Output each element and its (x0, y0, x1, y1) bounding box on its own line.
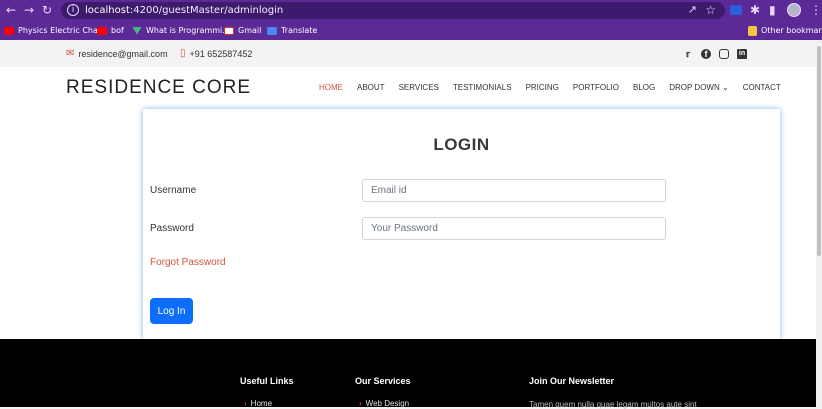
extension-icon[interactable] (730, 5, 742, 15)
password-input[interactable] (362, 217, 666, 240)
envelope-icon: ✉ (66, 48, 75, 59)
newsletter-text: Tamen quem nulla quae legam multos aute … (529, 400, 697, 409)
site-footer: Useful Links › Home Our Services › Web Des… (0, 339, 822, 409)
nav-portfolio[interactable]: PORTFOLIO (573, 83, 619, 92)
youtube-icon (97, 26, 107, 35)
bookmark-item[interactable]: What is Programmi... (132, 24, 230, 37)
our-services-heading: Our Services (355, 376, 411, 386)
bookmark-item[interactable]: Gmail (224, 24, 261, 37)
side-panel-icon[interactable]: ▮ (769, 3, 776, 17)
bookmark-label: Physics Electric Cha... (18, 26, 106, 35)
site-header: RESIDENCE CORE HOME ABOUT SERVICES TESTI… (0, 67, 822, 339)
newsletter-heading: Join Our Newsletter (529, 376, 615, 386)
other-bookmarks-label: Other bookmarks (761, 26, 822, 35)
contact-bar: ✉ residence@gmail.com ▯ +91 652587452 𝕣 … (0, 40, 822, 67)
address-bar[interactable]: i localhost:4200/guestMaster/adminlogin … (61, 2, 725, 19)
facebook-icon[interactable]: f (701, 49, 711, 59)
linkedin-icon[interactable]: in (737, 49, 747, 59)
bookmark-label: What is Programmi... (146, 26, 230, 35)
menu-kebab-icon[interactable]: ⋮ (810, 3, 822, 17)
browser-toolbar: ← → ↻ i localhost:4200/guestMaster/admin… (0, 0, 822, 21)
nav-testimonials[interactable]: TESTIMONIALS (453, 83, 512, 92)
username-label: Username (150, 185, 197, 196)
scrollbar-thumb[interactable] (817, 46, 821, 256)
nav-services[interactable]: SERVICES (399, 83, 439, 92)
nav-contact[interactable]: CONTACT (743, 83, 781, 92)
page-scrollbar[interactable] (816, 40, 822, 407)
phone-text: +91 652587452 (189, 48, 253, 59)
bookmark-label: Translate (281, 26, 318, 35)
nav-pricing[interactable]: PRICING (526, 83, 559, 92)
youtube-icon (4, 26, 14, 35)
forward-icon[interactable]: → (22, 3, 36, 17)
phone-contact[interactable]: ▯ +91 652587452 (180, 48, 252, 59)
bookmark-star-icon[interactable]: ☆ (705, 3, 716, 17)
nav-about[interactable]: ABOUT (357, 83, 385, 92)
bookmark-label: Gmail (238, 26, 262, 35)
username-input[interactable] (362, 179, 666, 202)
twitter-icon[interactable]: 𝕣 (683, 49, 693, 59)
email-contact[interactable]: ✉ residence@gmail.com (66, 48, 168, 59)
useful-links-heading: Useful Links (240, 376, 294, 386)
profile-avatar[interactable] (787, 3, 801, 17)
gmail-icon (224, 26, 234, 35)
login-title: LOGIN (433, 135, 490, 154)
nav-home[interactable]: HOME (319, 83, 343, 92)
bookmarks-bar: Physics Electric Cha... bof What is Prog… (0, 21, 822, 40)
vue-icon (132, 26, 142, 35)
folder-icon (748, 25, 757, 36)
site-logo[interactable]: RESIDENCE CORE (66, 77, 251, 99)
site-info-icon[interactable]: i (67, 4, 79, 16)
bookmark-item[interactable]: Physics Electric Cha... (4, 24, 106, 37)
main-nav: HOME ABOUT SERVICES TESTIMONIALS PRICING… (319, 83, 795, 92)
back-icon[interactable]: ← (4, 3, 18, 17)
phone-icon: ▯ (180, 48, 186, 59)
password-label: Password (150, 223, 194, 234)
login-card: LOGIN Username Password Forgot Password … (143, 109, 780, 339)
translate-icon (267, 26, 277, 35)
reload-icon[interactable]: ↻ (40, 3, 54, 17)
forgot-password-link[interactable]: Forgot Password (150, 257, 226, 268)
url-text[interactable]: localhost:4200/guestMaster/adminlogin (85, 4, 283, 17)
bookmark-item[interactable]: bof (97, 24, 124, 37)
bookmark-item[interactable]: Translate (267, 24, 317, 37)
instagram-icon[interactable] (719, 49, 729, 59)
nav-blog[interactable]: BLOG (633, 83, 655, 92)
share-icon[interactable]: ↗ (688, 4, 697, 17)
bookmark-label: bof (111, 26, 124, 35)
login-button[interactable]: Log In (150, 298, 193, 324)
other-bookmarks[interactable]: Other bookmarks (748, 24, 822, 37)
extensions-puzzle-icon[interactable]: ✱ (750, 3, 760, 17)
nav-drop-down[interactable]: DROP DOWN (669, 83, 728, 92)
email-text: residence@gmail.com (78, 48, 168, 59)
